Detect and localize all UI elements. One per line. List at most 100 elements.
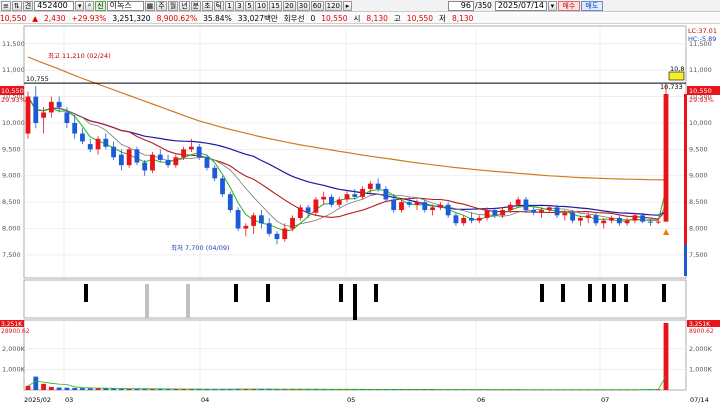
interval-1[interactable]: 1 xyxy=(225,0,234,11)
last-high-label: 10,733 xyxy=(660,83,683,91)
interval-15[interactable]: 15 xyxy=(268,0,282,11)
y-tick-label-right: 11,000 xyxy=(689,66,712,74)
stock-chart[interactable]: 11,500 11,50011,000 11,00010,500 10,50010,0… xyxy=(0,24,720,404)
low-price: 8,130 xyxy=(451,13,474,23)
signal-marker xyxy=(612,284,616,302)
candle-down xyxy=(220,178,225,195)
candle-down xyxy=(204,157,210,168)
stock-name-field[interactable]: 이녹스 xyxy=(106,0,144,11)
signal-marker xyxy=(374,284,378,302)
tab-second[interactable]: 초 xyxy=(202,0,213,11)
volume-tick-label-left: 2,000K xyxy=(2,345,26,353)
signal-marker xyxy=(602,284,606,302)
candle-down xyxy=(259,215,264,224)
sell-button[interactable]: 매도 xyxy=(580,0,603,11)
candle-down xyxy=(305,207,311,213)
interval-60[interactable]: 60 xyxy=(310,0,324,11)
chart-type-icon[interactable]: ⇅ xyxy=(11,0,22,11)
candle-down xyxy=(648,221,653,223)
right-hc-label: HC:-5.89 xyxy=(688,35,716,43)
candle-up xyxy=(655,221,661,223)
date-input[interactable]: 2025/07/14 xyxy=(494,0,547,11)
daily-tab-icon[interactable]: ▦ xyxy=(144,0,156,11)
volume-bar xyxy=(48,386,54,390)
volume-bar xyxy=(33,376,39,390)
right-lc-label: LC:37.01 xyxy=(688,27,717,35)
candle-up xyxy=(437,204,443,208)
buy-button[interactable]: 매수 xyxy=(557,0,580,11)
candle-up xyxy=(539,210,544,213)
stock-name-badge[interactable]: 신 xyxy=(95,0,106,11)
candle-down xyxy=(406,202,412,205)
high-price: 10,550 xyxy=(406,13,434,23)
candle-down xyxy=(134,149,140,163)
candle-down xyxy=(422,202,428,211)
candle-down xyxy=(570,212,576,221)
tab-week[interactable]: 주 xyxy=(156,0,167,11)
high-marker-box xyxy=(668,71,685,81)
tab-month[interactable]: 월 xyxy=(167,0,179,11)
volume-tick-label-left: 1,000K xyxy=(2,365,26,373)
signal-marker xyxy=(266,284,270,302)
tab-tick[interactable]: 틱 xyxy=(213,0,224,11)
candle-down xyxy=(87,144,93,150)
interval-20[interactable]: 20 xyxy=(282,0,296,11)
code-dropdown-icon[interactable]: ▾ xyxy=(75,0,85,11)
candle-down xyxy=(375,183,381,189)
signal-marker xyxy=(234,284,238,302)
volume-bar xyxy=(72,387,78,390)
current-price: 10,550 xyxy=(0,13,27,23)
stock-code-input[interactable]: 452400 xyxy=(34,0,75,11)
more-intervals-icon[interactable]: ▸ xyxy=(342,0,352,11)
candle-up xyxy=(25,96,31,134)
x-axis-label: 03 xyxy=(65,396,73,404)
candle-down xyxy=(640,215,646,222)
signal-marker xyxy=(540,284,544,302)
search-icon[interactable]: ⌕ xyxy=(85,0,95,11)
candle-up xyxy=(578,217,583,221)
min-annotation: 최저 7,700 (04/09) xyxy=(171,243,230,252)
candle-up xyxy=(282,228,288,240)
candle-up xyxy=(500,210,506,216)
y-tick-label-left: 9,000 xyxy=(2,172,21,180)
candle-up xyxy=(461,217,467,224)
tab-year[interactable]: 년 xyxy=(179,0,190,11)
right-high-label: 10,8 xyxy=(670,65,684,73)
hline-label: 10,755 xyxy=(26,75,49,83)
open-price: 8,130 xyxy=(366,13,388,23)
candle-up xyxy=(95,138,101,150)
menu-icon[interactable]: ≡ xyxy=(1,0,11,11)
max-annotation: 최고 11,210 (02/24) xyxy=(48,51,111,60)
left-volume-label: 3,251K xyxy=(1,321,23,328)
interval-10[interactable]: 10 xyxy=(255,0,268,11)
candle-down xyxy=(56,101,62,108)
candle-up xyxy=(515,199,521,205)
signal-marker xyxy=(186,284,190,318)
candle-down xyxy=(33,96,39,123)
bar-count-input[interactable]: 96 xyxy=(447,0,474,11)
signal-marker xyxy=(662,284,666,302)
interval-120[interactable]: 120 xyxy=(324,0,342,11)
view-option-icon[interactable]: 견 xyxy=(22,0,34,11)
signal-marker xyxy=(353,284,357,320)
candle-up xyxy=(313,199,319,213)
x-axis-right-label: 07/14 xyxy=(690,396,709,404)
high-label: 고 xyxy=(393,13,401,23)
candle-up xyxy=(601,220,607,224)
signal-marker xyxy=(624,284,628,302)
up-arrow-icon: ▲ xyxy=(32,13,39,23)
interval-5[interactable]: 5 xyxy=(245,0,254,11)
candle-down xyxy=(616,217,622,224)
tab-minute[interactable]: 분 xyxy=(190,0,202,11)
candle-down xyxy=(523,199,529,211)
y-tick-label-left: 9,500 xyxy=(2,145,21,153)
open-label: 시 xyxy=(353,13,361,23)
candle-down xyxy=(554,207,560,216)
volume-bar xyxy=(663,323,669,390)
candle-down xyxy=(274,233,280,240)
interval-3[interactable]: 3 xyxy=(235,0,244,11)
interval-30[interactable]: 30 xyxy=(296,0,310,11)
calendar-icon[interactable]: ▾ xyxy=(547,0,557,11)
candle-down xyxy=(383,188,389,200)
candle-up xyxy=(181,149,187,158)
